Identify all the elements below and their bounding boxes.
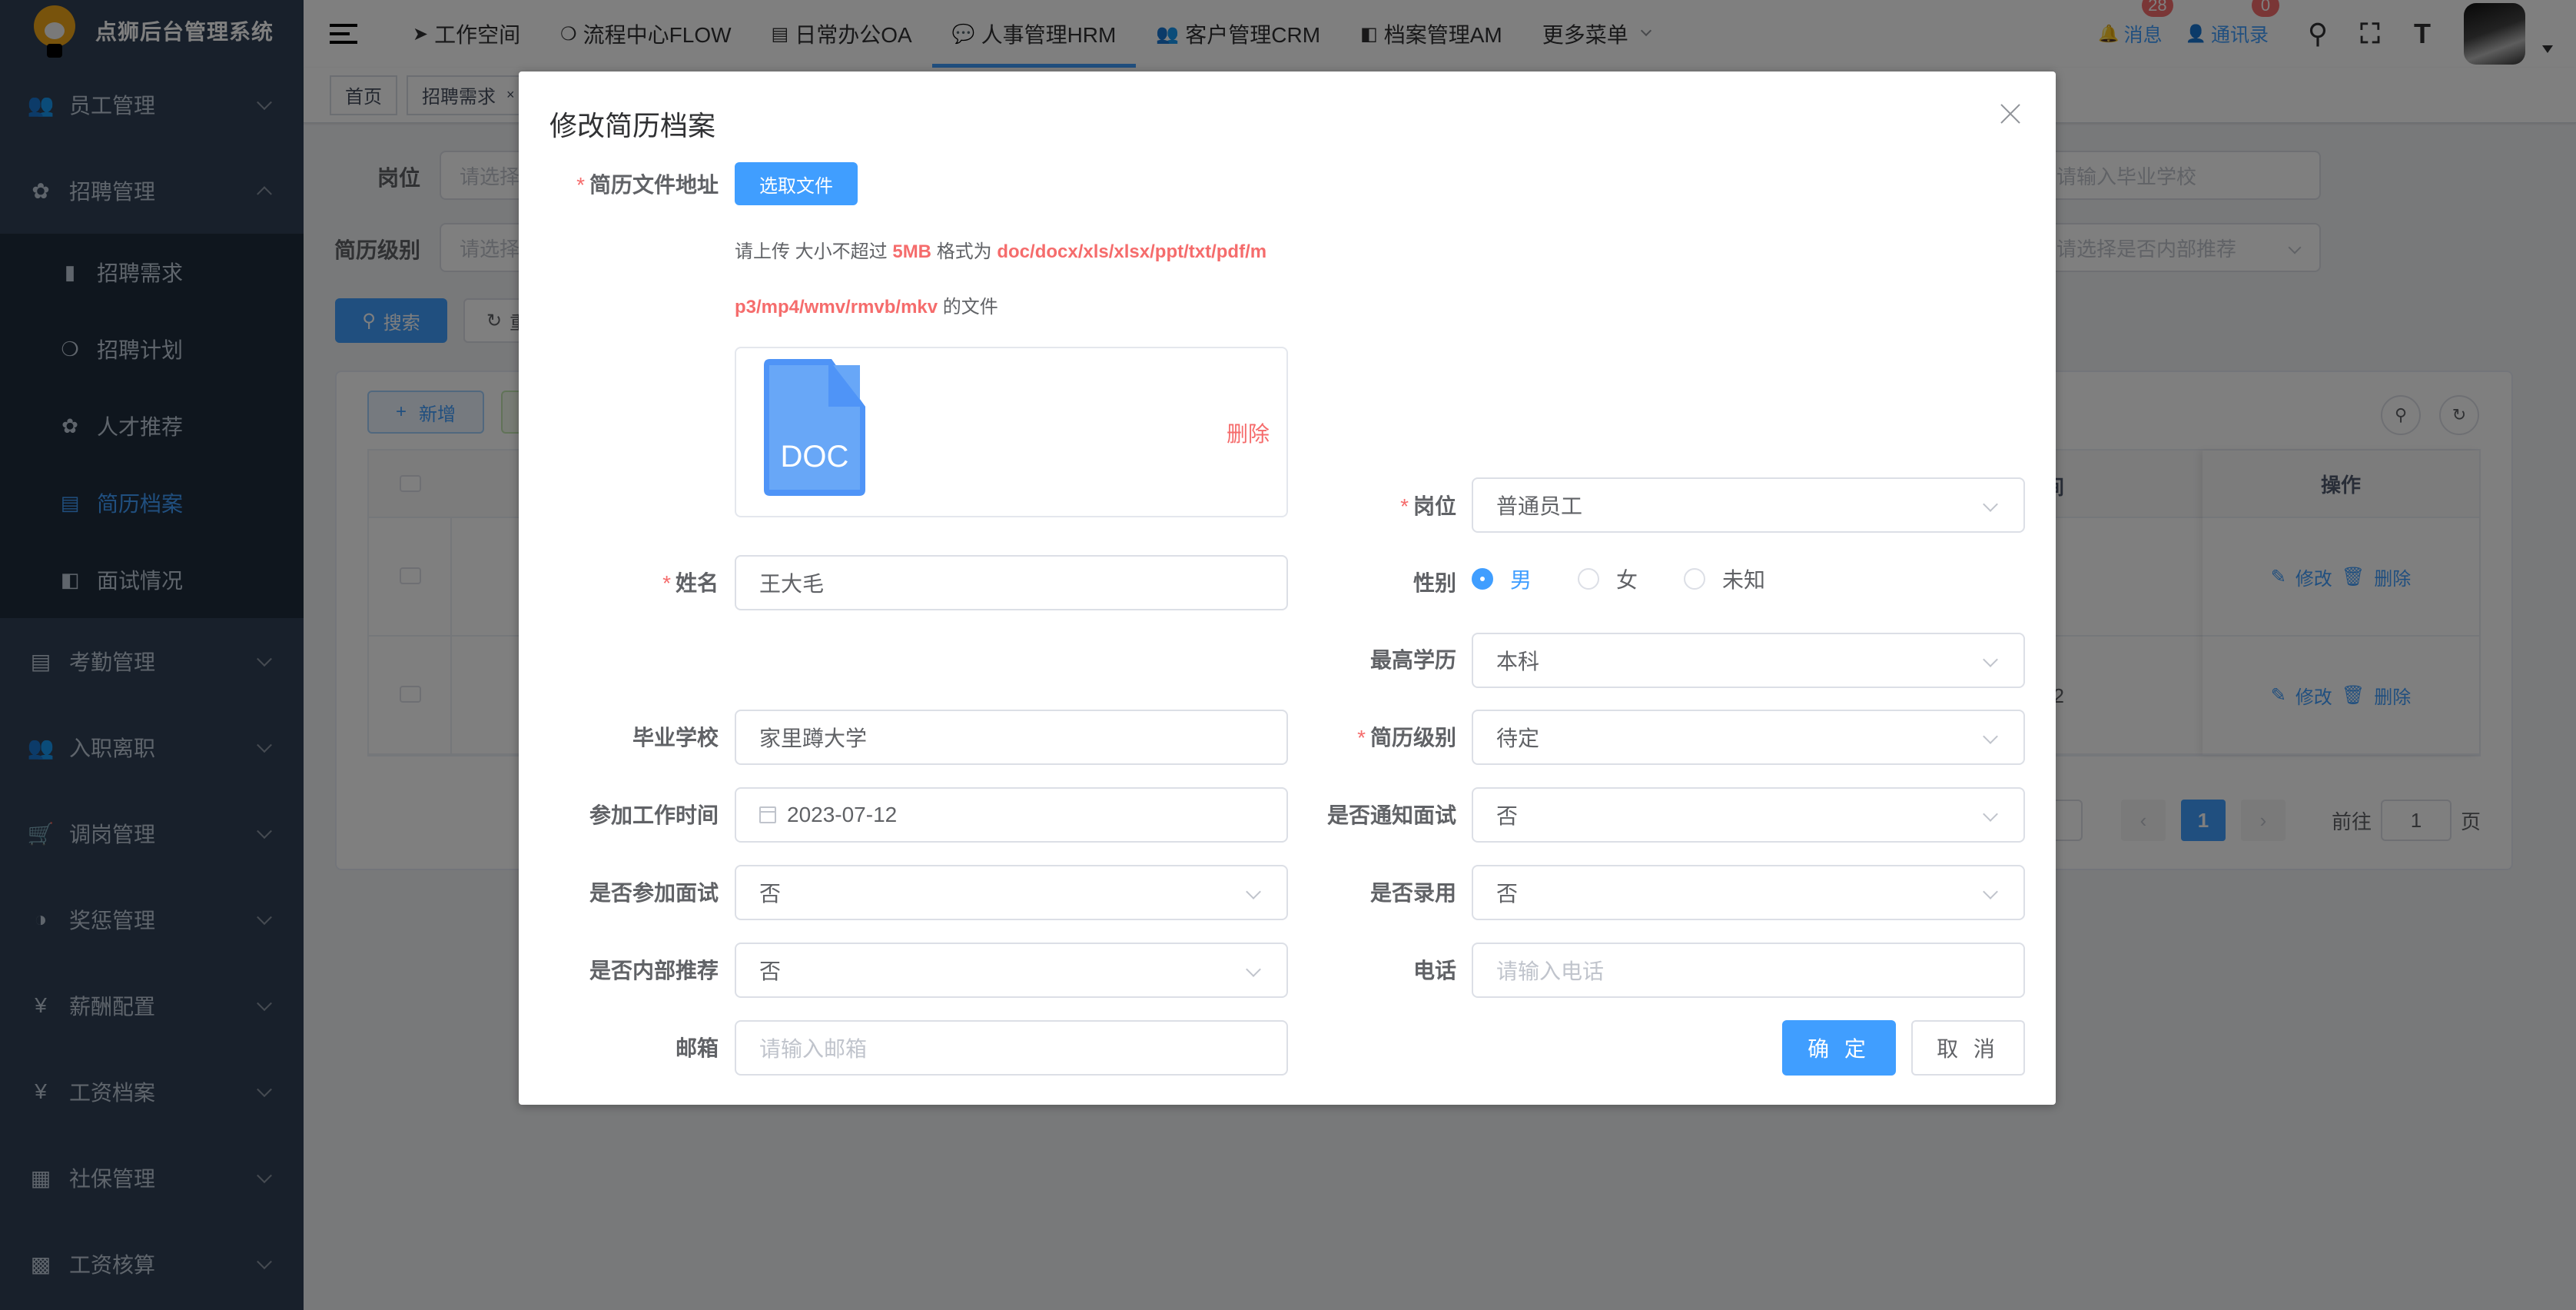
upload-label: * 简历文件地址 bbox=[549, 168, 719, 199]
internal-value: 否 bbox=[759, 959, 782, 983]
radio-label: 男 bbox=[1510, 568, 1532, 592]
hired-select[interactable]: 否 bbox=[1472, 865, 2025, 920]
required-asterisk: * bbox=[1357, 726, 1366, 750]
tip-text: 格式为 bbox=[936, 241, 992, 262]
level-select[interactable]: 待定 bbox=[1472, 710, 2025, 765]
attend-interview-label: 是否参加面试 bbox=[589, 881, 719, 905]
tip-formats: p3/mp4/wmv/rmvb/mkv bbox=[735, 297, 938, 318]
hired-label: 是否录用 bbox=[1369, 881, 1456, 905]
uploaded-file-card: DOC 删除 bbox=[735, 347, 1288, 517]
choose-file-button[interactable]: 选取文件 bbox=[735, 162, 858, 205]
dialog-title: 修改简历档案 bbox=[549, 110, 716, 141]
level-value: 待定 bbox=[1496, 726, 1540, 750]
upload-tip-line1: 请上传 大小不超过 5MB 格式为 doc/docx/xls/xlsx/ppt/… bbox=[735, 236, 1303, 263]
upload-tip-line2: p3/mp4/wmv/rmvb/mkv 的文件 bbox=[735, 291, 1303, 318]
gender-radio-group: 男 女 未知 bbox=[1472, 564, 1811, 594]
chevron-down-icon bbox=[1246, 962, 1261, 977]
chevron-down-icon bbox=[1983, 884, 1998, 899]
chevron-down-icon bbox=[1983, 497, 1998, 512]
name-value: 王大毛 bbox=[759, 572, 825, 596]
chevron-down-icon bbox=[1983, 652, 1998, 667]
post-label: * 岗位 bbox=[1303, 490, 1456, 520]
chevron-down-icon bbox=[1983, 729, 1998, 744]
education-value: 本科 bbox=[1496, 650, 1540, 673]
gender-label: 性别 bbox=[1412, 571, 1456, 595]
name-label-text: 姓名 bbox=[675, 571, 719, 595]
school-value: 家里蹲大学 bbox=[759, 726, 868, 750]
upload-label-text: 简历文件地址 bbox=[589, 173, 719, 197]
work-start-value: 2023-07-12 bbox=[787, 803, 898, 826]
education-select[interactable]: 本科 bbox=[1472, 633, 2025, 688]
radio-circle bbox=[1472, 568, 1493, 590]
phone-label: 电话 bbox=[1412, 959, 1456, 983]
school-label: 毕业学校 bbox=[632, 726, 719, 750]
gender-radio-unknown[interactable]: 未知 bbox=[1684, 564, 1765, 594]
level-label: * 简历级别 bbox=[1303, 721, 1456, 752]
email-label: 邮箱 bbox=[675, 1036, 719, 1060]
calendar-icon bbox=[759, 806, 776, 823]
tip-text: 请上传 大小不超过 bbox=[735, 241, 888, 262]
school-input[interactable]: 家里蹲大学 bbox=[735, 710, 1288, 765]
required-asterisk: * bbox=[576, 173, 585, 197]
phone-placeholder: 请输入电话 bbox=[1496, 959, 1605, 983]
internal-select[interactable]: 否 bbox=[735, 943, 1288, 998]
work-start-label: 参加工作时间 bbox=[589, 803, 719, 827]
close-icon[interactable] bbox=[1999, 102, 2022, 125]
radio-label: 未知 bbox=[1722, 568, 1766, 592]
attend-interview-value: 否 bbox=[759, 882, 782, 906]
cancel-button[interactable]: 取 消 bbox=[1911, 1020, 2025, 1076]
phone-input[interactable]: 请输入电话 bbox=[1472, 943, 2025, 998]
delete-file-button[interactable]: 删除 bbox=[1227, 417, 1270, 448]
required-asterisk: * bbox=[1400, 494, 1409, 518]
email-input[interactable]: 请输入邮箱 bbox=[735, 1020, 1288, 1076]
post-value: 普通员工 bbox=[1496, 494, 1583, 518]
attend-interview-select[interactable]: 否 bbox=[735, 865, 1288, 920]
notify-interview-select[interactable]: 否 bbox=[1472, 787, 2025, 843]
name-label: * 姓名 bbox=[549, 567, 719, 597]
confirm-button[interactable]: 确 定 bbox=[1782, 1020, 1896, 1076]
internal-label: 是否内部推荐 bbox=[589, 959, 719, 983]
radio-circle bbox=[1578, 568, 1600, 590]
radio-label: 女 bbox=[1616, 568, 1638, 592]
education-label: 最高学历 bbox=[1369, 648, 1456, 672]
edit-resume-dialog: 修改简历档案 * 简历文件地址 选取文件 请上传 大小不超过 5MB 格式为 do… bbox=[519, 71, 2056, 1105]
name-input[interactable]: 王大毛 bbox=[735, 555, 1288, 610]
email-placeholder: 请输入邮箱 bbox=[759, 1037, 868, 1061]
post-label-text: 岗位 bbox=[1412, 494, 1456, 518]
doc-file-type: DOC bbox=[781, 440, 849, 474]
tip-formats: doc/docx/xls/xlsx/ppt/txt/pdf/m bbox=[997, 241, 1267, 262]
radio-circle bbox=[1684, 568, 1706, 590]
level-label-text: 简历级别 bbox=[1369, 726, 1456, 750]
post-select[interactable]: 普通员工 bbox=[1472, 477, 2025, 533]
doc-file-icon: DOC bbox=[764, 359, 865, 496]
chevron-down-icon bbox=[1246, 884, 1261, 899]
required-asterisk: * bbox=[662, 571, 671, 595]
notify-interview-label: 是否通知面试 bbox=[1326, 803, 1456, 827]
work-start-date-picker[interactable]: 2023-07-12 bbox=[735, 787, 1288, 843]
gender-radio-female[interactable]: 女 bbox=[1578, 564, 1638, 594]
gender-radio-male[interactable]: 男 bbox=[1472, 564, 1532, 594]
notify-interview-value: 否 bbox=[1496, 804, 1519, 828]
hired-value: 否 bbox=[1496, 882, 1519, 906]
tip-text: 的文件 bbox=[942, 297, 998, 318]
chevron-down-icon bbox=[1983, 806, 1998, 822]
tip-size: 5MB bbox=[892, 241, 932, 262]
